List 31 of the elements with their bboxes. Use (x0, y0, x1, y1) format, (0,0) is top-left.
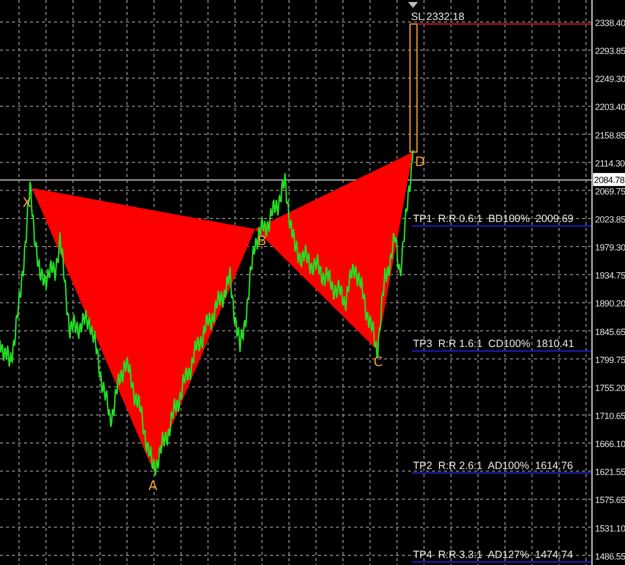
price-axis-label: 1979.30 (595, 242, 625, 253)
price-axis-label: 1531.10 (595, 523, 625, 534)
price-axis-label: 1890.20 (595, 298, 625, 309)
take-profit-label: TP1 R:R 0.6:1 BD100% 2009.69 (413, 213, 574, 225)
price-axis-label: 1621.55 (595, 467, 625, 478)
price-axis-label: 2114.30 (595, 158, 625, 168)
price-axis-label: 1845.65 (595, 326, 625, 337)
take-profit-label: TP4 R:R 3.3:1 AD127% 1474.74 (413, 549, 573, 561)
price-axis-label: 1934.75 (595, 270, 625, 281)
pattern-point-label: C (373, 355, 383, 370)
price-axis-label: 1666.10 (595, 439, 625, 450)
price-axis-label: 2249.30 (595, 74, 625, 84)
price-axis-label: 2023.85 (595, 214, 625, 224)
price-axis-label: 2158.85 (595, 130, 625, 140)
price-axis-label: 1710.65 (595, 410, 625, 421)
take-profit-label: TP3 R:R 1.6:1 CD100% 1810.41 (413, 338, 574, 350)
take-profit-label: TP2 R:R 2.6:1 AD100% 1614.76 (413, 460, 573, 472)
stop-loss-label: SL 2332.18 (411, 11, 464, 23)
price-axis-label: 1755.20 (595, 382, 625, 393)
price-axis-label: 2338.40 (595, 18, 625, 28)
current-price-label: 2084.78 (593, 173, 625, 186)
pattern-point-label: B (258, 234, 266, 249)
price-axis-label: 2203.40 (595, 102, 625, 112)
price-axis-label: 1575.65 (595, 495, 625, 506)
pattern-point-label: A (148, 479, 158, 494)
price-axis-label: 1486.55 (595, 551, 625, 562)
price-axis-label: 2069.75 (595, 186, 625, 196)
price-axis-label: 1799.75 (595, 354, 625, 365)
price-axis-label: 2293.85 (595, 46, 625, 56)
pattern-point-label: D (415, 155, 425, 170)
dropdown-triangle-icon[interactable] (408, 2, 418, 8)
